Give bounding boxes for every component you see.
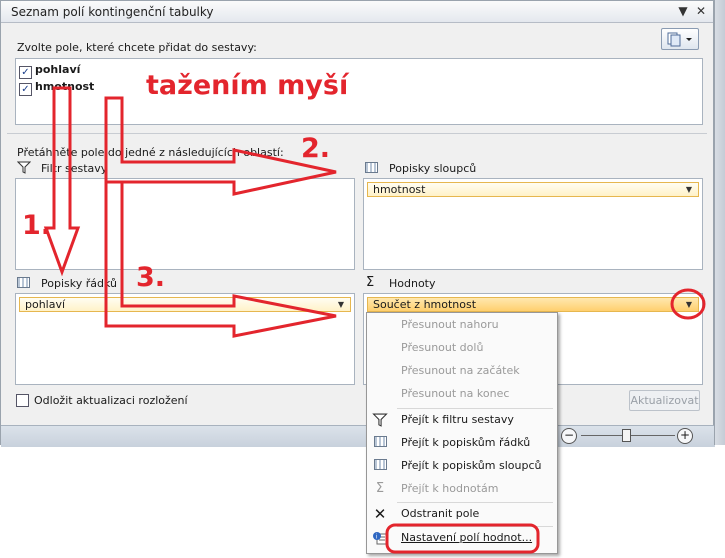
- dropdown-highlight-circle: [670, 288, 706, 320]
- arrow-down-annotation: [43, 86, 81, 277]
- annotation-step-1: 1.: [22, 210, 52, 241]
- annotation-drag-text: tažením myší: [146, 70, 349, 101]
- annotation-step-3: 3.: [136, 262, 166, 293]
- arrow-right-annotation-3: [104, 180, 337, 338]
- menu-item-highlight-box: [385, 523, 540, 554]
- annotation-overlay: [43, 86, 706, 554]
- annotation-step-2: 2.: [301, 133, 331, 164]
